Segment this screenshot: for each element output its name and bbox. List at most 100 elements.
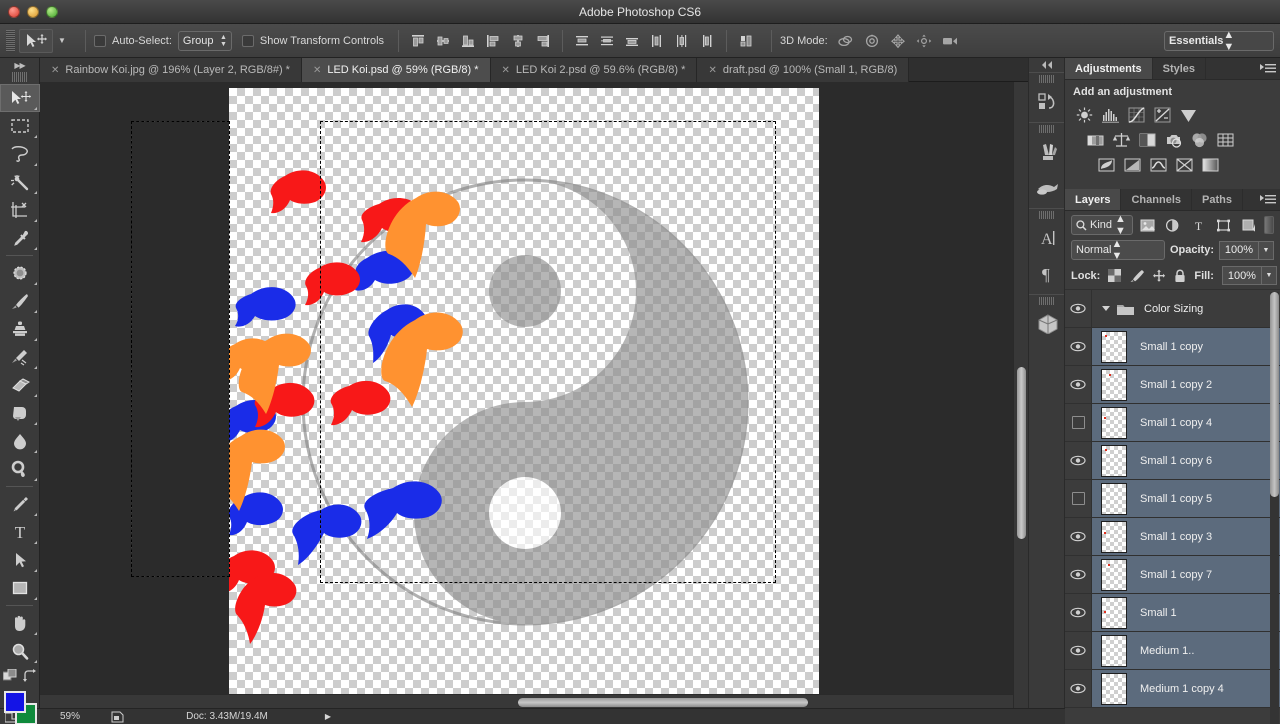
filter-shape-icon[interactable] xyxy=(1213,215,1233,235)
layer-row[interactable]: Small 1 copy 6 xyxy=(1065,442,1280,480)
layer-filter-kind-select[interactable]: Kind ▲ ▼ xyxy=(1071,213,1133,237)
close-icon[interactable]: ✕ xyxy=(708,65,716,76)
photo-filter-icon[interactable] xyxy=(1162,129,1184,150)
layer-visibility-toggle[interactable] xyxy=(1065,518,1092,555)
brush-tool[interactable] xyxy=(0,287,40,315)
layer-filter-toggle[interactable] xyxy=(1263,216,1274,234)
3d-icon[interactable] xyxy=(1029,306,1066,342)
lock-all-icon[interactable] xyxy=(1174,268,1186,283)
blend-mode-select[interactable]: Normal ▲ ▼ xyxy=(1071,238,1165,262)
layer-list-scrollbar[interactable] xyxy=(1270,292,1279,724)
collapse-panels-icon[interactable] xyxy=(1029,58,1064,72)
layer-row[interactable]: Small 1 copy 3 xyxy=(1065,518,1280,556)
opacity-input[interactable]: 100% xyxy=(1219,240,1259,260)
color-balance-icon[interactable] xyxy=(1110,129,1132,150)
distribute-right-edges-icon[interactable] xyxy=(696,30,718,52)
tab-paths[interactable]: Paths xyxy=(1192,189,1243,210)
scrollbar-thumb[interactable] xyxy=(518,698,808,707)
character-icon[interactable]: A xyxy=(1029,220,1066,256)
canvas-area[interactable] xyxy=(40,82,1028,709)
layer-visibility-toggle[interactable] xyxy=(1065,556,1092,593)
brightness-contrast-icon[interactable] xyxy=(1073,104,1095,125)
rectangle-tool[interactable] xyxy=(0,574,40,602)
layer-visibility-toggle[interactable] xyxy=(1065,366,1092,403)
black-white-icon[interactable] xyxy=(1136,129,1158,150)
distribute-bottom-edges-icon[interactable] xyxy=(621,30,643,52)
tab-layers[interactable]: Layers xyxy=(1065,189,1122,210)
eraser-tool[interactable] xyxy=(0,371,40,399)
vibrance-icon[interactable] xyxy=(1177,104,1199,125)
layer-row[interactable]: Small 1 copy 7 xyxy=(1065,556,1280,594)
threshold-icon[interactable] xyxy=(1147,154,1169,175)
filter-pixel-icon[interactable] xyxy=(1138,215,1158,235)
layer-visibility-toggle[interactable] xyxy=(1065,670,1092,707)
eyedropper-tool[interactable] xyxy=(0,224,40,252)
tab-adjustments[interactable]: Adjustments xyxy=(1065,58,1153,79)
foreground-color-swatch[interactable] xyxy=(4,691,26,713)
channel-mixer-icon[interactable] xyxy=(1188,129,1210,150)
document-tab-draft[interactable]: ✕ draft.psd @ 100% (Small 1, RGB/8) xyxy=(697,58,910,82)
lock-transparent-pixels-icon[interactable] xyxy=(1108,268,1122,283)
canvas-vertical-scrollbar[interactable] xyxy=(1013,82,1028,709)
auto-align-layers-icon[interactable] xyxy=(735,30,757,52)
align-vertical-centers-icon[interactable] xyxy=(432,30,454,52)
distribute-left-edges-icon[interactable] xyxy=(646,30,668,52)
align-horizontal-centers-icon[interactable] xyxy=(507,30,529,52)
document-tab-led-koi[interactable]: ✕ LED Koi.psd @ 59% (RGB/8) * xyxy=(301,58,491,82)
panel-menu-icon[interactable] xyxy=(1256,189,1280,210)
distribute-top-edges-icon[interactable] xyxy=(571,30,593,52)
panel-menu-icon[interactable] xyxy=(1256,58,1280,79)
document-tab-rainbow-koi[interactable]: ✕ Rainbow Koi.jpg @ 196% (Layer 2, RGB/8… xyxy=(40,58,302,82)
layer-thumbnail-cell[interactable] xyxy=(1092,634,1136,667)
layer-thumbnail-cell[interactable] xyxy=(1092,368,1136,401)
layer-thumbnail-cell[interactable] xyxy=(1092,406,1136,439)
layer-visibility-toggle[interactable] xyxy=(1065,404,1092,441)
curves-icon[interactable] xyxy=(1125,104,1147,125)
show-transform-controls-checkbox[interactable] xyxy=(241,34,254,47)
document-tab-led-koi-2[interactable]: ✕ LED Koi 2.psd @ 59.6% (RGB/8) * xyxy=(490,58,698,82)
layer-visibility-toggle[interactable] xyxy=(1065,480,1092,517)
close-icon[interactable]: ✕ xyxy=(313,65,321,76)
selective-color-icon[interactable] xyxy=(1173,154,1195,175)
spot-healing-brush-tool[interactable] xyxy=(0,259,40,287)
rail-grip[interactable] xyxy=(1038,211,1055,219)
layer-thumbnail-cell[interactable] xyxy=(1092,596,1136,629)
filter-adjustment-icon[interactable] xyxy=(1163,215,1183,235)
horizontal-type-tool[interactable]: T xyxy=(0,518,40,546)
align-bottom-edges-icon[interactable] xyxy=(457,30,479,52)
clone-stamp-tool[interactable] xyxy=(0,315,40,343)
align-top-edges-icon[interactable] xyxy=(407,30,429,52)
zoom-level[interactable]: 59% xyxy=(40,711,100,722)
posterize-icon[interactable] xyxy=(1121,154,1143,175)
close-icon[interactable]: ✕ xyxy=(51,65,59,76)
history-icon[interactable] xyxy=(1029,134,1066,170)
layer-visibility-toggle[interactable] xyxy=(1065,632,1092,669)
actions-icon[interactable] xyxy=(1029,170,1066,206)
move-tool[interactable] xyxy=(0,84,40,112)
gradient-map-icon[interactable] xyxy=(1199,154,1221,175)
layer-list[interactable]: Color Sizing Small 1 copy Small 1 copy 2 xyxy=(1065,290,1280,724)
auto-select-checkbox[interactable] xyxy=(94,34,106,47)
mini-bridge-icon[interactable] xyxy=(1029,84,1066,120)
tab-channels[interactable]: Channels xyxy=(1121,189,1192,210)
gradient-tool[interactable] xyxy=(0,399,40,427)
options-bar-grip[interactable] xyxy=(6,29,15,52)
layer-row[interactable]: Medium 1 copy 4 xyxy=(1065,670,1280,708)
rail-grip[interactable] xyxy=(1038,125,1055,133)
default-colors-icon[interactable] xyxy=(2,669,17,683)
invert-icon[interactable] xyxy=(1095,154,1117,175)
color-lookup-icon[interactable] xyxy=(1214,129,1236,150)
scrollbar-thumb[interactable] xyxy=(1017,367,1026,539)
hue-saturation-icon[interactable] xyxy=(1084,129,1106,150)
lock-position-icon[interactable] xyxy=(1152,268,1166,283)
rectangular-marquee-tool[interactable] xyxy=(0,112,40,140)
filter-smart-object-icon[interactable] xyxy=(1238,215,1258,235)
rotate-3d-icon[interactable] xyxy=(834,30,858,52)
layer-row[interactable]: Medium 1.. xyxy=(1065,632,1280,670)
layer-thumbnail-cell[interactable] xyxy=(1092,558,1136,591)
layer-thumbnail-cell[interactable] xyxy=(1092,444,1136,477)
align-left-edges-icon[interactable] xyxy=(482,30,504,52)
blur-tool[interactable] xyxy=(0,427,40,455)
status-menu-arrow-icon[interactable]: ▶ xyxy=(320,712,336,721)
scale-3d-camera-icon[interactable] xyxy=(938,30,962,52)
